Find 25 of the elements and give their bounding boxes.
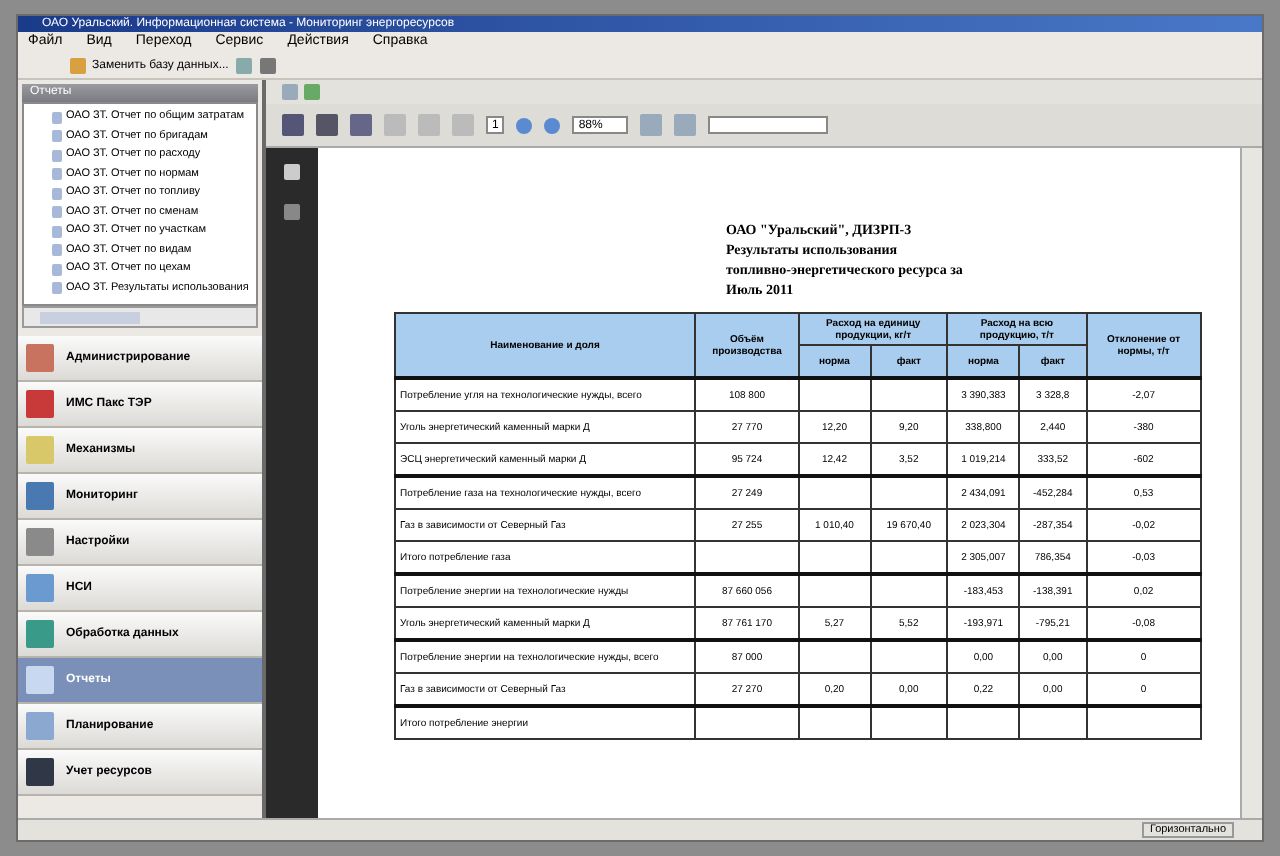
table-cell (1086, 706, 1201, 739)
table-cell (870, 378, 948, 411)
table-cell (870, 476, 948, 509)
table-cell (798, 706, 870, 739)
toolbar-icon[interactable] (640, 114, 663, 136)
toolbar-icon[interactable] (316, 114, 338, 136)
table-cell (798, 378, 870, 411)
table-cell (695, 706, 799, 739)
toolbar-icon[interactable] (452, 114, 474, 136)
scrollbar[interactable] (1240, 148, 1262, 818)
table-cell (870, 574, 948, 607)
scrollbar[interactable] (22, 306, 258, 328)
table-cell (798, 640, 870, 673)
table-cell (798, 574, 870, 607)
table-cell (870, 640, 948, 673)
toolbar-icon[interactable] (674, 114, 697, 136)
toolbar-icon[interactable] (384, 114, 406, 136)
table-cell (947, 706, 1020, 739)
search-field[interactable] (708, 116, 829, 134)
table-cell (1019, 706, 1087, 739)
toolbar-icon[interactable] (418, 114, 440, 136)
toolbar-icon[interactable] (350, 114, 372, 136)
table-cell (870, 706, 948, 739)
toolbar-icon[interactable] (282, 114, 304, 136)
table-cell (798, 476, 870, 509)
